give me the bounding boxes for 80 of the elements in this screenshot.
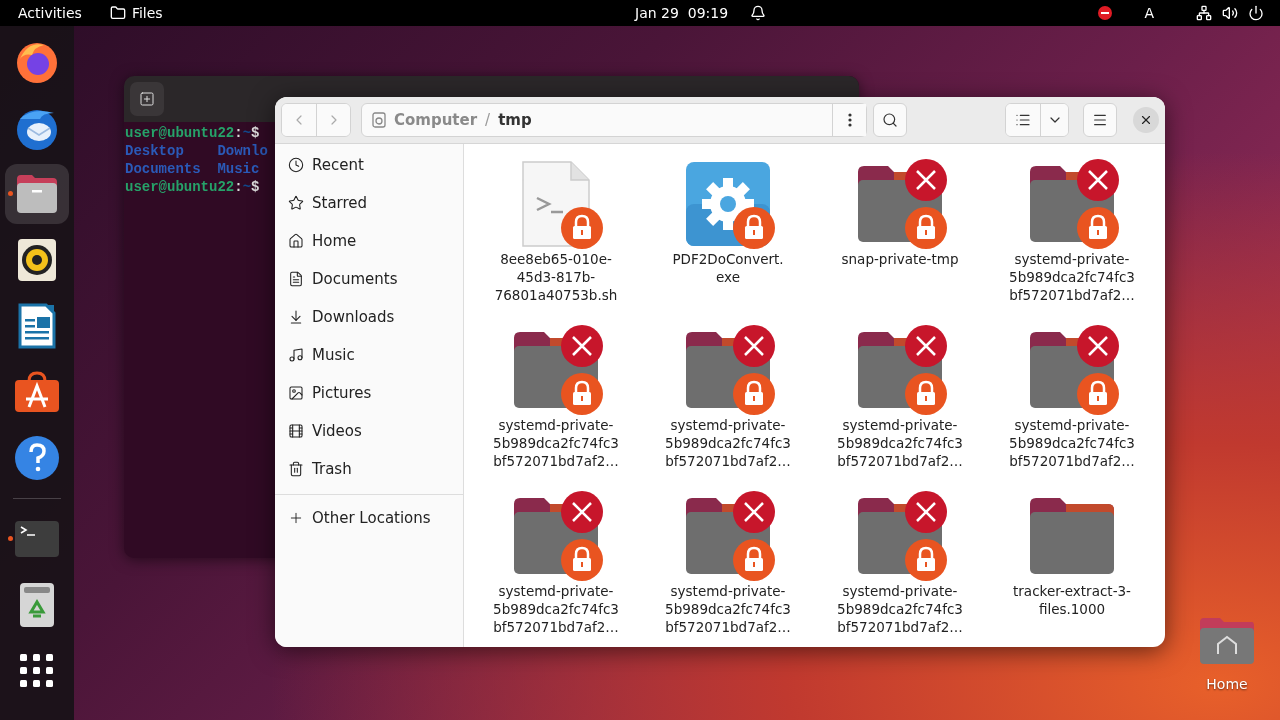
more-icon: [847, 113, 852, 127]
star-icon: [288, 195, 304, 211]
house-icon: [288, 233, 304, 249]
sidebar-item[interactable]: Trash: [312, 460, 352, 478]
sidebar-item[interactable]: Documents: [312, 270, 398, 288]
path-crumb[interactable]: tmp: [498, 111, 532, 129]
document-icon: [288, 271, 304, 287]
list-icon: [1015, 112, 1031, 128]
path-bar[interactable]: Computer / tmp: [361, 103, 867, 137]
sidebar-item[interactable]: Music: [312, 346, 355, 364]
clock[interactable]: Jan 29 09:19: [635, 5, 729, 21]
search-icon: [882, 112, 898, 128]
help-icon[interactable]: [14, 435, 60, 481]
folder-icon: [109, 5, 126, 21]
file-name[interactable]: systemd-private- 5b989dca2fc74fc3 bf572071bd7af2…: [1009, 250, 1135, 304]
speaker-icon[interactable]: [17, 238, 57, 282]
sidebar-item[interactable]: Downloads: [312, 308, 395, 326]
keyboard-layout[interactable]: A: [1144, 5, 1154, 21]
prompt-colon: :: [234, 124, 243, 142]
film-icon: [288, 423, 304, 439]
plus-square-icon: [139, 91, 155, 107]
prompt-colon: :: [234, 178, 243, 196]
folder-icon: [1028, 496, 1116, 576]
running-indicator: [8, 536, 13, 541]
close-button[interactable]: [1133, 107, 1159, 133]
prompt-user: user@ubuntu22: [125, 124, 235, 142]
new-tab-button[interactable]: [130, 82, 164, 116]
search-button[interactable]: [873, 103, 907, 137]
prompt-sign: $: [251, 178, 260, 196]
plus-icon: [288, 510, 304, 526]
activities-button[interactable]: Activities: [18, 5, 82, 21]
file-name[interactable]: systemd-private- 5b989dca2fc74fc3 bf572071bd7af2…: [493, 582, 619, 636]
sidebar-item[interactable]: Starred: [312, 194, 368, 212]
sidebar-item[interactable]: Videos: [312, 422, 362, 440]
directory-name: Documents: [125, 160, 202, 178]
sidebar-item[interactable]: Recent: [312, 156, 364, 174]
prompt-sign: $: [251, 124, 260, 142]
running-indicator: [8, 191, 13, 196]
app-grid-icon[interactable]: [20, 654, 54, 688]
dock-item[interactable]: [5, 164, 69, 224]
file-name[interactable]: systemd-private- 5b989dca2fc74fc3 bf572071bd7af2…: [665, 582, 791, 636]
sidebar-item[interactable]: Other Locations: [312, 509, 431, 527]
file-name[interactable]: systemd-private- 5b989dca2fc74fc3 bf572071bd7af2…: [837, 416, 963, 470]
sidebar-item[interactable]: Pictures: [312, 384, 372, 402]
sidebar-item[interactable]: Home: [312, 232, 357, 250]
file-name[interactable]: systemd-private- 5b989dca2fc74fc3 bf572071bd7af2…: [1009, 416, 1135, 470]
volume-icon[interactable]: [1222, 5, 1238, 21]
file-name[interactable]: systemd-private- 5b989dca2fc74fc3 bf572071bd7af2…: [493, 416, 619, 470]
folder-icon[interactable]: [1198, 616, 1256, 666]
shopping-bag-icon[interactable]: [14, 371, 60, 413]
music-note-icon: [288, 347, 304, 363]
file-cabinet-icon[interactable]: [14, 173, 60, 215]
trash-icon: [288, 461, 304, 477]
directory-name: Music: [217, 160, 260, 178]
file-name[interactable]: 8ee8eb65-010e- 45d3-817b- 76801a40753b.sh: [494, 250, 618, 304]
download-icon: [288, 309, 304, 325]
stop-icon[interactable]: [1098, 6, 1113, 20]
file-name[interactable]: systemd-private- 5b989dca2fc74fc3 bf572071bd7af2…: [837, 582, 963, 636]
directory-name: Desktop: [125, 142, 185, 160]
file-name[interactable]: tracker-extract-3- files.1000: [1013, 582, 1131, 618]
file-name[interactable]: systemd-private- 5b989dca2fc74fc3 bf572071bd7af2…: [665, 416, 791, 470]
close-icon: [1139, 113, 1153, 127]
terminal-icon[interactable]: [14, 520, 60, 558]
app-menu[interactable]: Files: [131, 5, 163, 21]
prompt-path: ~: [242, 178, 252, 196]
recycle-bin-icon[interactable]: [19, 582, 55, 628]
bell-icon: [750, 5, 767, 21]
image-icon: [288, 385, 304, 401]
menu-icon: [1092, 112, 1108, 128]
file-name[interactable]: snap-private-tmp: [841, 250, 959, 268]
document-picture-icon[interactable]: [18, 303, 56, 349]
prompt-user: user@ubuntu22: [125, 178, 235, 196]
power-icon[interactable]: [1248, 5, 1264, 21]
file-name[interactable]: PDF2DoConvert. exe: [672, 250, 784, 286]
network-icon[interactable]: [1196, 5, 1212, 21]
path-separator: /: [485, 111, 491, 129]
prompt-path: ~: [242, 124, 252, 142]
clock-icon: [288, 157, 304, 173]
menu-button[interactable]: [1083, 103, 1117, 137]
directory-name: Downlo: [217, 142, 268, 160]
